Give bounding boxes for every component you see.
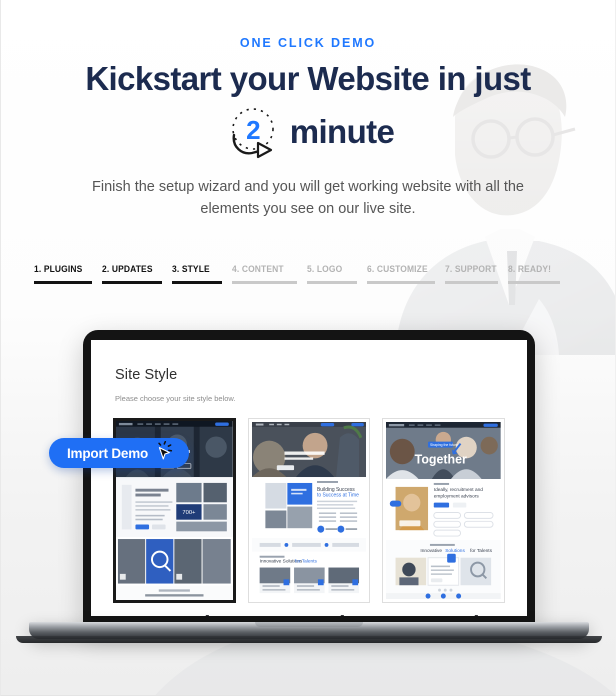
external-link-icon <box>336 614 344 616</box>
wizard-step-bar <box>102 281 162 284</box>
svg-text:Solutions: Solutions <box>446 548 466 554</box>
style-thumbnail-together[interactable]: Shaping the future Together Ideally, rec… <box>382 418 506 603</box>
import-demo-button[interactable]: Import Demo <box>49 438 190 468</box>
style-card[interactable]: Building Success to Success at Time Inno… <box>247 418 371 616</box>
page-subtitle: Finish the setup wizard and you will get… <box>92 179 524 217</box>
clock-rotate-icon: 2 <box>222 101 284 163</box>
svg-text:Shaping the future: Shaping the future <box>430 443 458 447</box>
see-preview-link[interactable]: SEE PREVIEW <box>140 614 209 616</box>
wizard-step-4[interactable]: 4. CONTENT <box>232 264 307 284</box>
clock-number: 2 <box>246 115 260 145</box>
wizard-step-1[interactable]: 1. PLUGINS <box>34 264 102 284</box>
wizard-step-label: 1. PLUGINS <box>34 264 83 274</box>
laptop-lid: Site Style Please choose your site style… <box>83 330 535 630</box>
page-title: Kickstart your Website in just 2 minute <box>25 57 591 163</box>
promo-banner: ONE CLICK DEMO Kickstart your Website in… <box>0 0 616 696</box>
wizard-step-7[interactable]: 7. SUPPORT <box>445 264 508 284</box>
click-cursor-icon <box>151 440 173 466</box>
see-preview-link[interactable]: SEE PREVIEW <box>274 614 344 616</box>
wizard-step-bar <box>307 281 357 284</box>
headline-suffix: minute <box>289 113 395 150</box>
external-link-icon <box>201 614 209 616</box>
wizard-subtitle: Please choose your site style below. <box>115 394 236 403</box>
wizard-step-bar <box>367 281 435 284</box>
import-demo-label: Import Demo <box>67 445 149 461</box>
see-preview-link[interactable]: SEE PREVIEW <box>409 614 479 616</box>
wizard-title: Site Style <box>115 367 178 383</box>
laptop-screen: Site Style Please choose your site style… <box>91 340 527 616</box>
svg-text:for Talents: for Talents <box>295 559 317 565</box>
wizard-step-bar <box>34 281 92 284</box>
wizard-step-5[interactable]: 5. LOGO <box>307 264 367 284</box>
wizard-step-nav: 1. PLUGINS 2. UPDATES 3. STYLE 4. CONTENT 5.… <box>34 264 582 294</box>
see-preview-label: SEE PREVIEW <box>140 614 197 616</box>
svg-text:700+: 700+ <box>182 510 196 516</box>
eyebrow-label: ONE CLICK DEMO <box>239 36 377 50</box>
svg-text:employment advisors: employment advisors <box>434 494 480 500</box>
svg-text:Together: Together <box>415 452 467 466</box>
svg-text:for Talents: for Talents <box>470 548 492 554</box>
wizard-step-8[interactable]: 8. READY! <box>508 264 570 284</box>
external-link-icon <box>470 614 479 616</box>
wizard-step-3[interactable]: 3. STYLE <box>172 264 232 284</box>
wizard-step-2[interactable]: 2. UPDATES <box>102 264 172 284</box>
style-thumbnail-light[interactable]: Building Success to Success at Time Inno… <box>247 418 371 603</box>
wizard-step-6[interactable]: 6. CUSTOMIZE <box>367 264 445 284</box>
wizard-step-label: 4. CONTENT <box>232 264 284 274</box>
headline-line-1: Kickstart your Website in just <box>85 60 531 97</box>
wizard-step-bar <box>445 281 498 284</box>
wizard-step-label: 5. LOGO <box>307 264 343 274</box>
wizard-step-bar <box>172 281 222 284</box>
wizard-step-label: 2. UPDATES <box>102 264 153 274</box>
wizard-step-label: 6. CUSTOMIZE <box>367 264 428 274</box>
svg-text:Ideally, recruitment and: Ideally, recruitment and <box>434 487 483 493</box>
svg-text:to Success at Time: to Success at Time <box>317 493 359 499</box>
wizard-step-label: 7. SUPPORT <box>445 264 497 274</box>
style-card[interactable]: Shaping the future Together Ideally, rec… <box>382 418 506 616</box>
wizard-step-label: 8. READY! <box>508 264 552 274</box>
wizard-step-bar <box>232 281 297 284</box>
see-preview-label: SEE PREVIEW <box>274 614 331 616</box>
svg-text:Innovative: Innovative <box>421 548 443 554</box>
laptop-mockup: Site Style Please choose your site style… <box>1 322 615 652</box>
wizard-step-label: 3. STYLE <box>172 264 210 274</box>
laptop-base-shadow <box>16 636 602 643</box>
see-preview-label: SEE PREVIEW <box>409 614 466 616</box>
headline-line-2: 2 minute <box>25 101 591 163</box>
wizard-step-bar <box>508 281 560 284</box>
